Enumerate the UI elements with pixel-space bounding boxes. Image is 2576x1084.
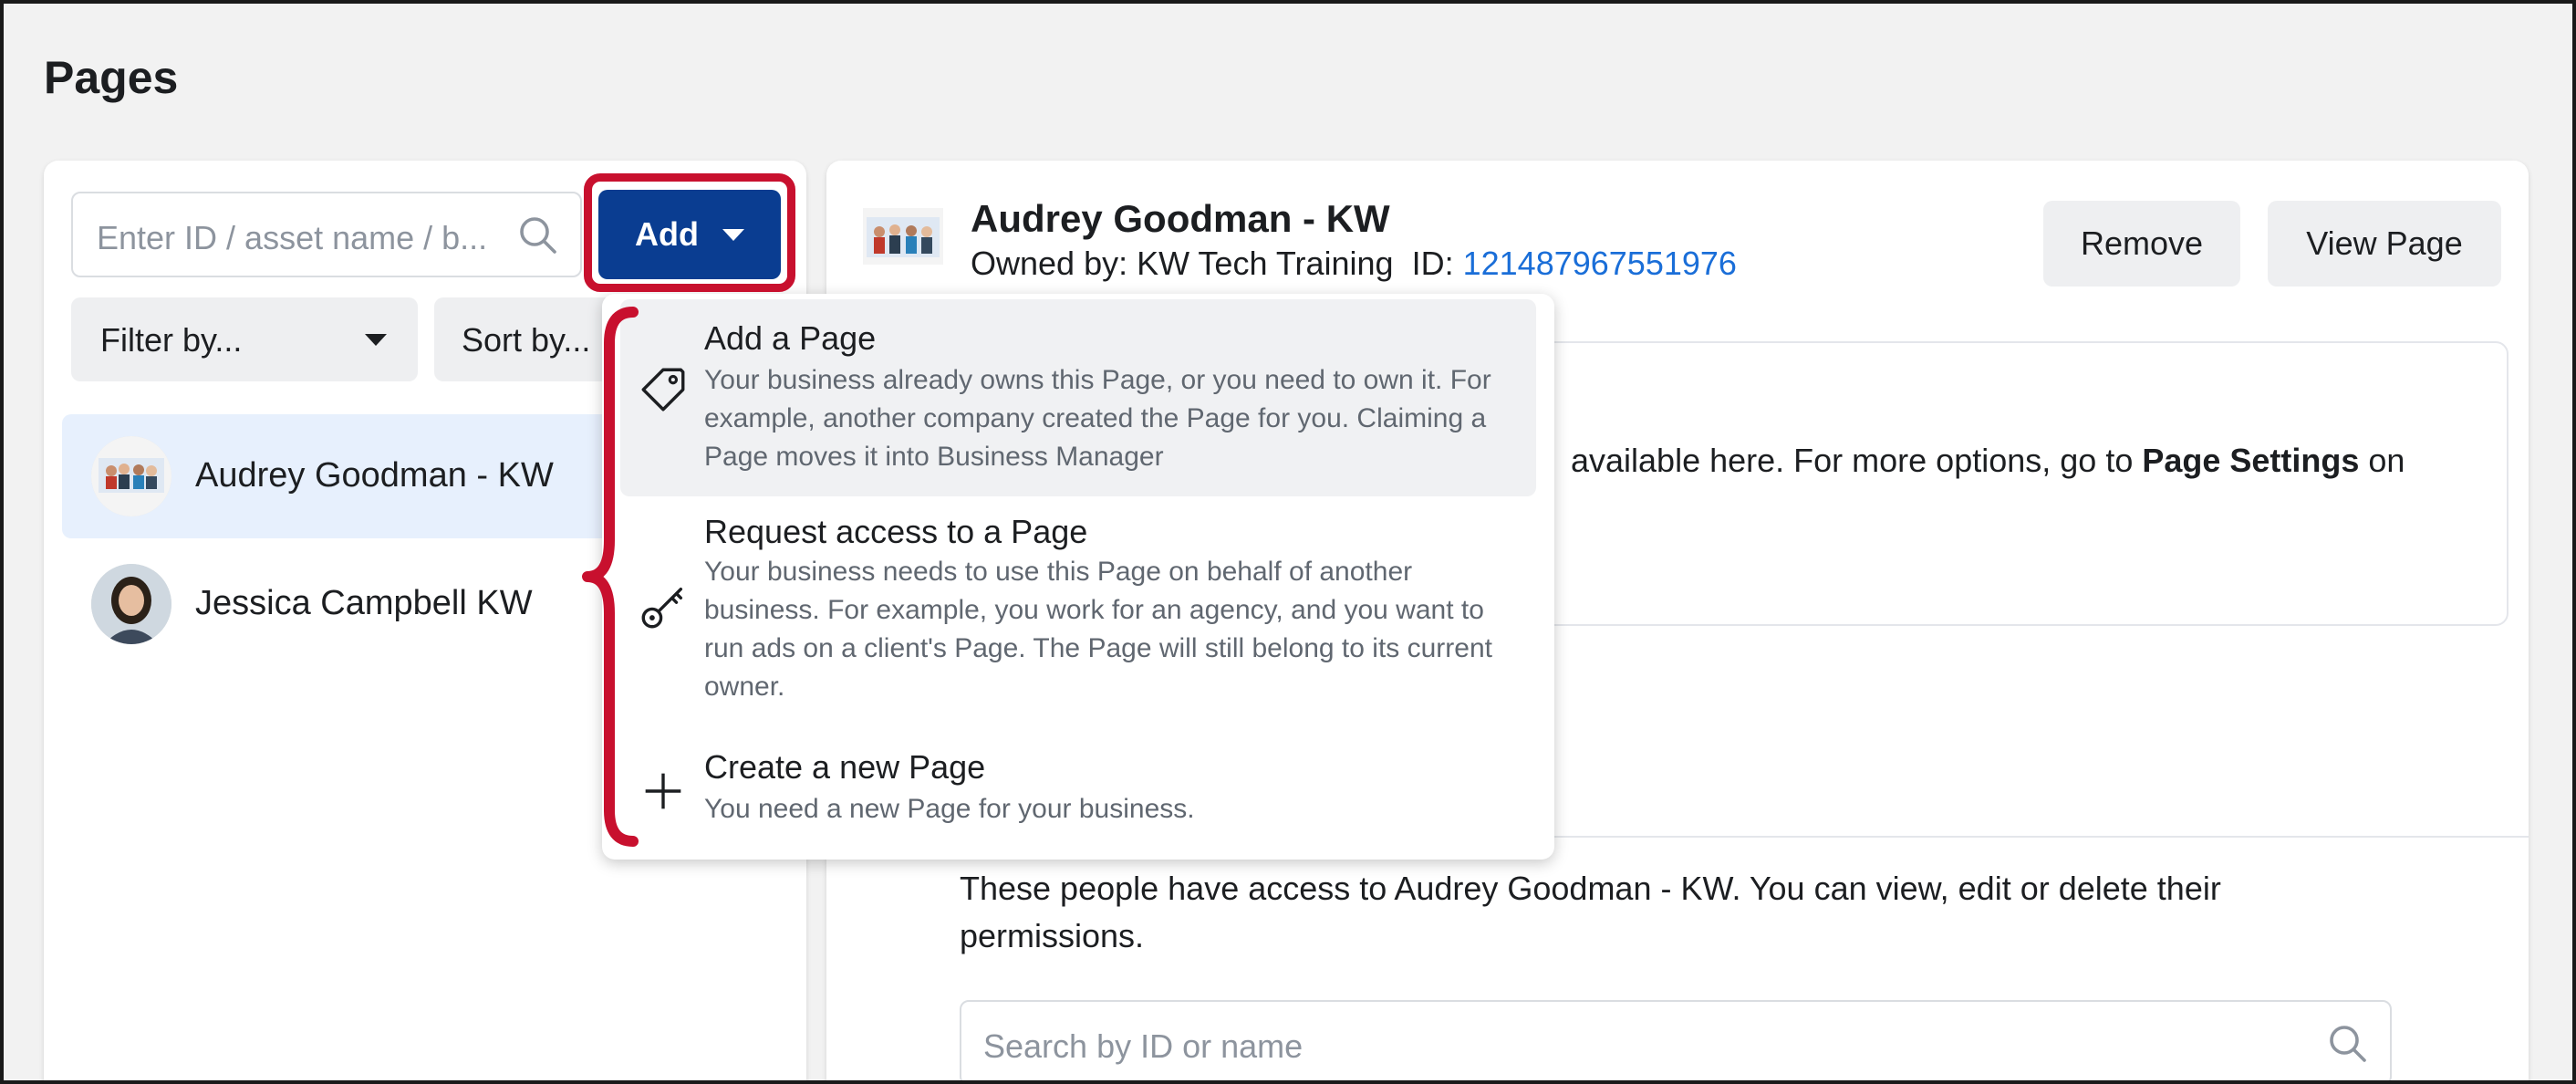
people-search-input[interactable]: Search by ID or name bbox=[960, 1000, 2392, 1080]
view-page-button[interactable]: View Page bbox=[2268, 201, 2501, 287]
search-icon bbox=[520, 217, 556, 254]
people-access-description: These people have access to Audrey Goodm… bbox=[960, 870, 2221, 954]
filter-by-dropdown[interactable]: Filter by... bbox=[71, 297, 418, 381]
add-dropdown-menu: Add a Page Your business already owns th… bbox=[602, 294, 1554, 860]
add-button-highlight bbox=[584, 173, 795, 292]
menu-item-description: You need a new Page for your business. bbox=[704, 794, 1195, 824]
group-photo-icon bbox=[863, 208, 943, 265]
curly-brace-annotation bbox=[582, 307, 639, 847]
page-avatar bbox=[91, 564, 171, 644]
menu-item-add-page[interactable]: Add a Page Your business already owns th… bbox=[620, 299, 1536, 496]
menu-item-title: Request access to a Page bbox=[704, 513, 1088, 550]
search-icon bbox=[2330, 1026, 2366, 1062]
page-detail-name: Audrey Goodman - KW bbox=[971, 197, 1390, 240]
people-search-placeholder: Search by ID or name bbox=[983, 1027, 1304, 1065]
page-owner-line: Owned by: KW Tech Training ID: 121487967… bbox=[971, 245, 1737, 283]
page-name: Jessica Campbell KW bbox=[195, 584, 533, 622]
caret-down-icon bbox=[365, 334, 387, 346]
view-page-button-label: View Page bbox=[2306, 224, 2463, 262]
filter-by-label: Filter by... bbox=[100, 321, 243, 359]
info-text-plain: available here. For more options, go to bbox=[1571, 442, 2143, 479]
remove-button-label: Remove bbox=[2080, 224, 2204, 262]
page-avatar bbox=[91, 436, 171, 516]
info-text: available here. For more options, go to … bbox=[1571, 442, 2405, 480]
menu-item-request-access[interactable]: Request access to a Page Your business n… bbox=[620, 496, 1536, 730]
id-label: ID: bbox=[1411, 245, 1454, 282]
screenshot-frame: Pages Enter ID / asset name / b... Add F… bbox=[0, 0, 2576, 1084]
menu-item-description: Your business needs to use this Page on … bbox=[704, 557, 1492, 702]
page-id-link[interactable]: 121487967551976 bbox=[1463, 245, 1737, 282]
sort-by-label: Sort by... bbox=[462, 321, 591, 359]
asset-search-input[interactable]: Enter ID / asset name / b... bbox=[71, 192, 582, 277]
page-settings-link[interactable]: Page Settings bbox=[2142, 442, 2359, 479]
page-thumbnail bbox=[863, 208, 943, 265]
menu-item-title: Add a Page bbox=[704, 319, 877, 357]
remove-button[interactable]: Remove bbox=[2043, 201, 2240, 287]
menu-item-title: Create a new Page bbox=[704, 748, 986, 786]
page-name: Audrey Goodman - KW bbox=[195, 456, 554, 495]
person-photo-icon bbox=[91, 564, 171, 644]
menu-item-create-page[interactable]: Create a new Page You need a new Page fo… bbox=[620, 730, 1536, 849]
group-photo-icon bbox=[91, 436, 171, 516]
info-text-end: on bbox=[2359, 442, 2405, 479]
page-title: Pages bbox=[44, 52, 179, 103]
menu-item-description: Your business already owns this Page, or… bbox=[704, 365, 1491, 472]
asset-search-placeholder: Enter ID / asset name / b... bbox=[97, 219, 488, 256]
owner-label: Owned by: KW Tech Training bbox=[971, 245, 1394, 282]
